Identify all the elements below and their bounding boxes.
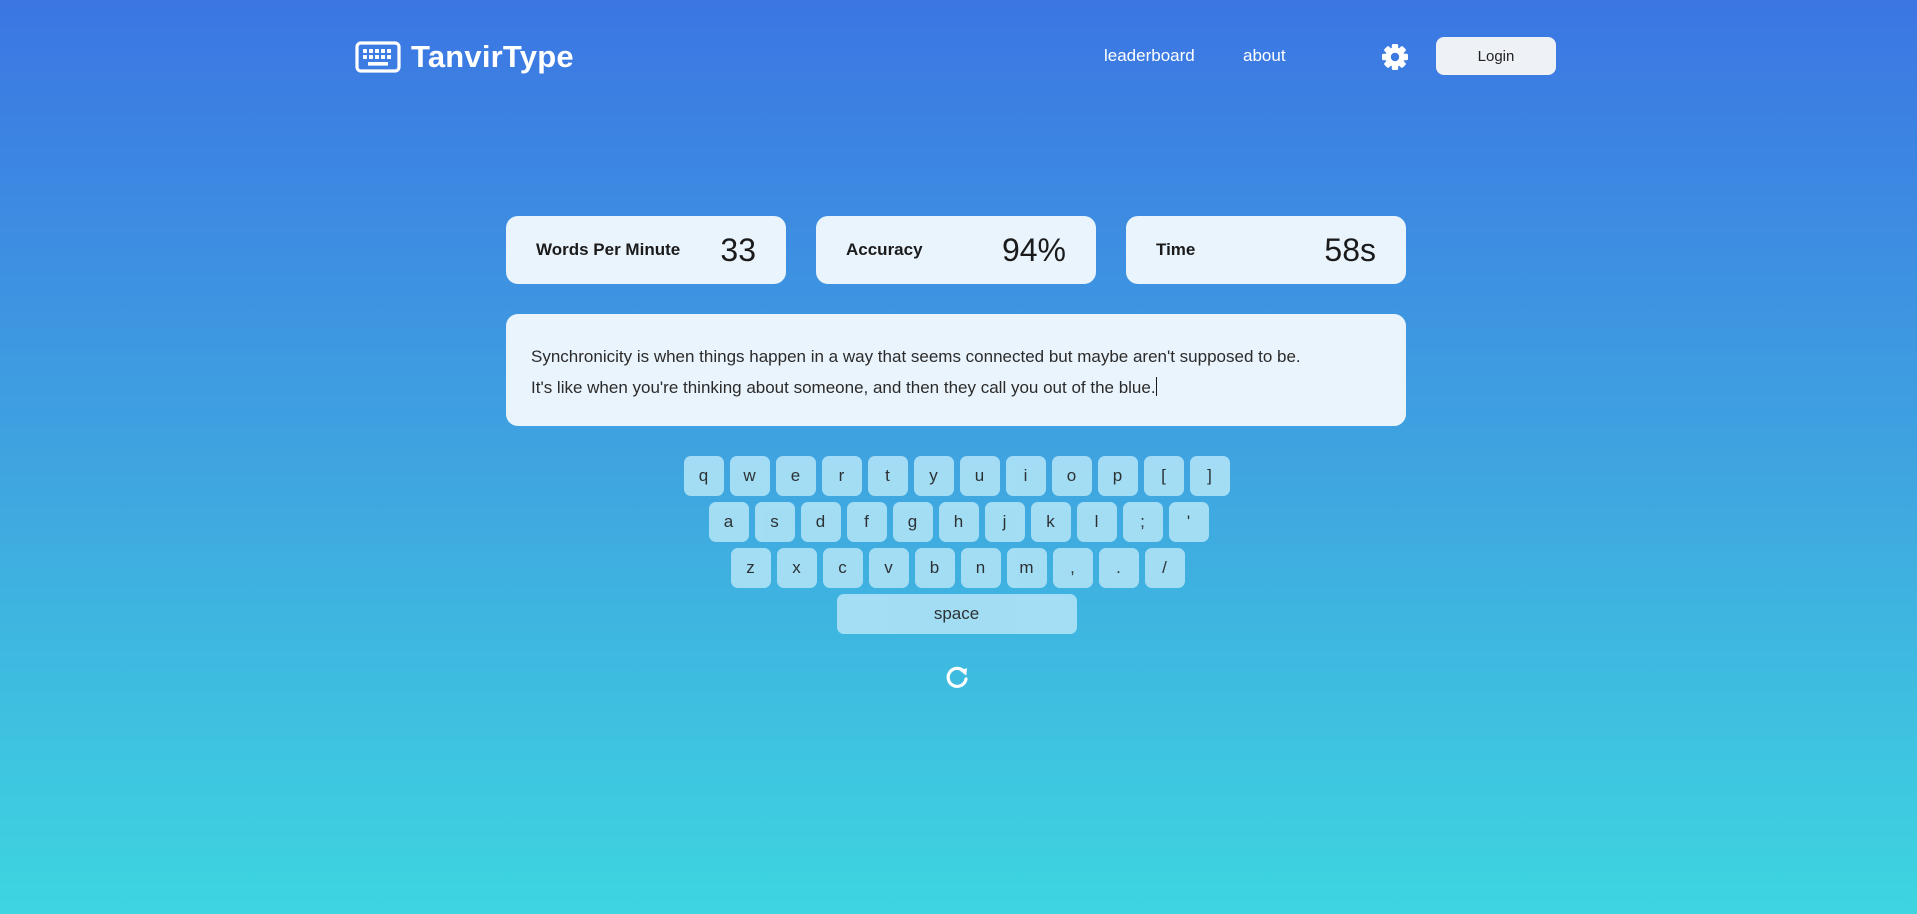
key[interactable]: v: [868, 548, 909, 588]
nav-link-leaderboard[interactable]: leaderboard: [1104, 46, 1195, 66]
key[interactable]: u: [959, 456, 1000, 496]
key[interactable]: g: [892, 502, 933, 542]
stat-label-accuracy: Accuracy: [846, 240, 923, 259]
key[interactable]: o: [1051, 456, 1092, 496]
stat-label-time: Time: [1156, 240, 1196, 259]
key[interactable]: e: [775, 456, 816, 496]
key[interactable]: q: [683, 456, 724, 496]
logo[interactable]: TanvirType: [355, 39, 574, 75]
key[interactable]: n: [960, 548, 1001, 588]
stat-value-accuracy: 94%: [1001, 231, 1066, 268]
key[interactable]: h: [938, 502, 979, 542]
stat-card-accuracy: Accuracy 94%: [816, 216, 1096, 284]
stat-card-wpm: Words Per Minute 33: [506, 216, 786, 284]
space-key[interactable]: space: [836, 594, 1077, 634]
key[interactable]: [: [1143, 456, 1184, 496]
key[interactable]: l: [1076, 502, 1117, 542]
key[interactable]: y: [913, 456, 954, 496]
text-cursor: [1155, 377, 1158, 396]
key[interactable]: s: [754, 502, 795, 542]
typing-text-line: Synchronicity is when things happen in a…: [531, 347, 1301, 366]
key[interactable]: a: [708, 502, 749, 542]
key[interactable]: d: [800, 502, 841, 542]
navbar: TanvirType leaderboard about Login: [355, 37, 1557, 77]
typing-text-area[interactable]: Synchronicity is when things happen in a…: [506, 314, 1406, 426]
key[interactable]: i: [1005, 456, 1046, 496]
key[interactable]: f: [846, 502, 887, 542]
nav-link-about[interactable]: about: [1243, 46, 1286, 66]
key[interactable]: ': [1168, 502, 1209, 542]
key[interactable]: m: [1006, 548, 1047, 588]
reset-button[interactable]: [943, 663, 971, 691]
app-title: TanvirType: [411, 39, 574, 74]
key[interactable]: ]: [1189, 456, 1230, 496]
key[interactable]: z: [730, 548, 771, 588]
stat-value-time: 58s: [1324, 231, 1376, 268]
keyboard-icon: [355, 41, 401, 73]
key[interactable]: c: [822, 548, 863, 588]
keyboard-row-2: a s d f g h j k l ; ': [0, 502, 1917, 542]
reload-icon: [943, 666, 971, 695]
key[interactable]: .: [1098, 548, 1139, 588]
key[interactable]: ,: [1052, 548, 1093, 588]
key[interactable]: w: [729, 456, 770, 496]
keyboard-row-1: q w e r t y u i o p [ ]: [0, 456, 1915, 496]
key[interactable]: b: [914, 548, 955, 588]
key[interactable]: p: [1097, 456, 1138, 496]
settings-button[interactable]: [1380, 42, 1410, 72]
gear-icon: [1380, 44, 1410, 76]
stat-card-time: Time 58s: [1126, 216, 1406, 284]
key[interactable]: /: [1144, 548, 1185, 588]
key[interactable]: x: [776, 548, 817, 588]
keyboard-row-4: space: [0, 594, 1915, 634]
stat-value-wpm: 33: [720, 231, 756, 268]
key[interactable]: r: [821, 456, 862, 496]
key[interactable]: k: [1030, 502, 1071, 542]
key[interactable]: t: [867, 456, 908, 496]
typing-text-line: It's like when you're thinking about som…: [531, 378, 1156, 397]
login-button[interactable]: Login: [1436, 37, 1556, 75]
typing-text-line-current: It's like when you're thinking about som…: [531, 372, 1381, 403]
key[interactable]: j: [984, 502, 1025, 542]
keyboard-row-3: z x c v b n m , . /: [0, 548, 1916, 588]
key[interactable]: ;: [1122, 502, 1163, 542]
stat-label-wpm: Words Per Minute: [536, 240, 681, 259]
